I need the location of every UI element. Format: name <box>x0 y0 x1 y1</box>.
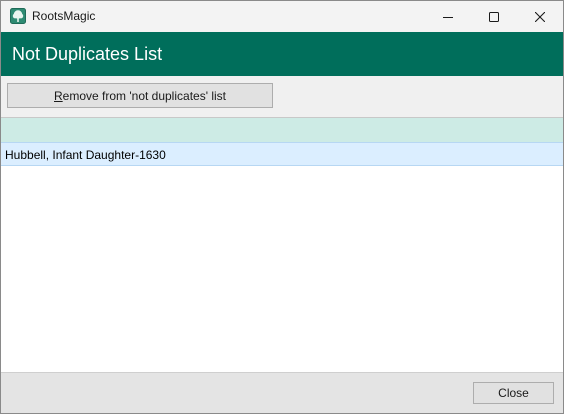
page-title: Not Duplicates List <box>12 44 163 64</box>
dialog-footer: Close <box>1 372 563 413</box>
tree-icon <box>10 8 26 24</box>
close-icon <box>535 11 545 22</box>
maximize-button[interactable] <box>471 1 517 32</box>
minimize-icon <box>443 12 453 22</box>
app-title: RootsMagic <box>32 9 96 23</box>
list-item[interactable]: Hubbell, Infant Daughter-1630 <box>1 142 563 166</box>
remove-from-not-duplicates-button[interactable]: Remove from 'not duplicates' list <box>7 83 273 108</box>
close-window-button[interactable] <box>517 1 563 32</box>
roots-magic-dialog: RootsMagic Not Duplicates List Remove fr <box>0 0 564 414</box>
remove-button-label: emove from 'not duplicates' list <box>62 88 226 103</box>
remove-button-accel: R <box>54 88 63 103</box>
close-button[interactable]: Close <box>473 382 554 404</box>
list-item-label: Hubbell, Infant Daughter-1630 <box>5 148 166 162</box>
minimize-button[interactable] <box>425 1 471 32</box>
maximize-icon <box>489 11 499 22</box>
toolbar: Remove from 'not duplicates' list <box>1 76 563 117</box>
title-bar[interactable]: RootsMagic <box>1 1 563 32</box>
list-header <box>1 118 563 142</box>
dialog-header: Not Duplicates List <box>1 32 563 76</box>
not-duplicates-list[interactable]: Hubbell, Infant Daughter-1630 <box>1 117 563 372</box>
